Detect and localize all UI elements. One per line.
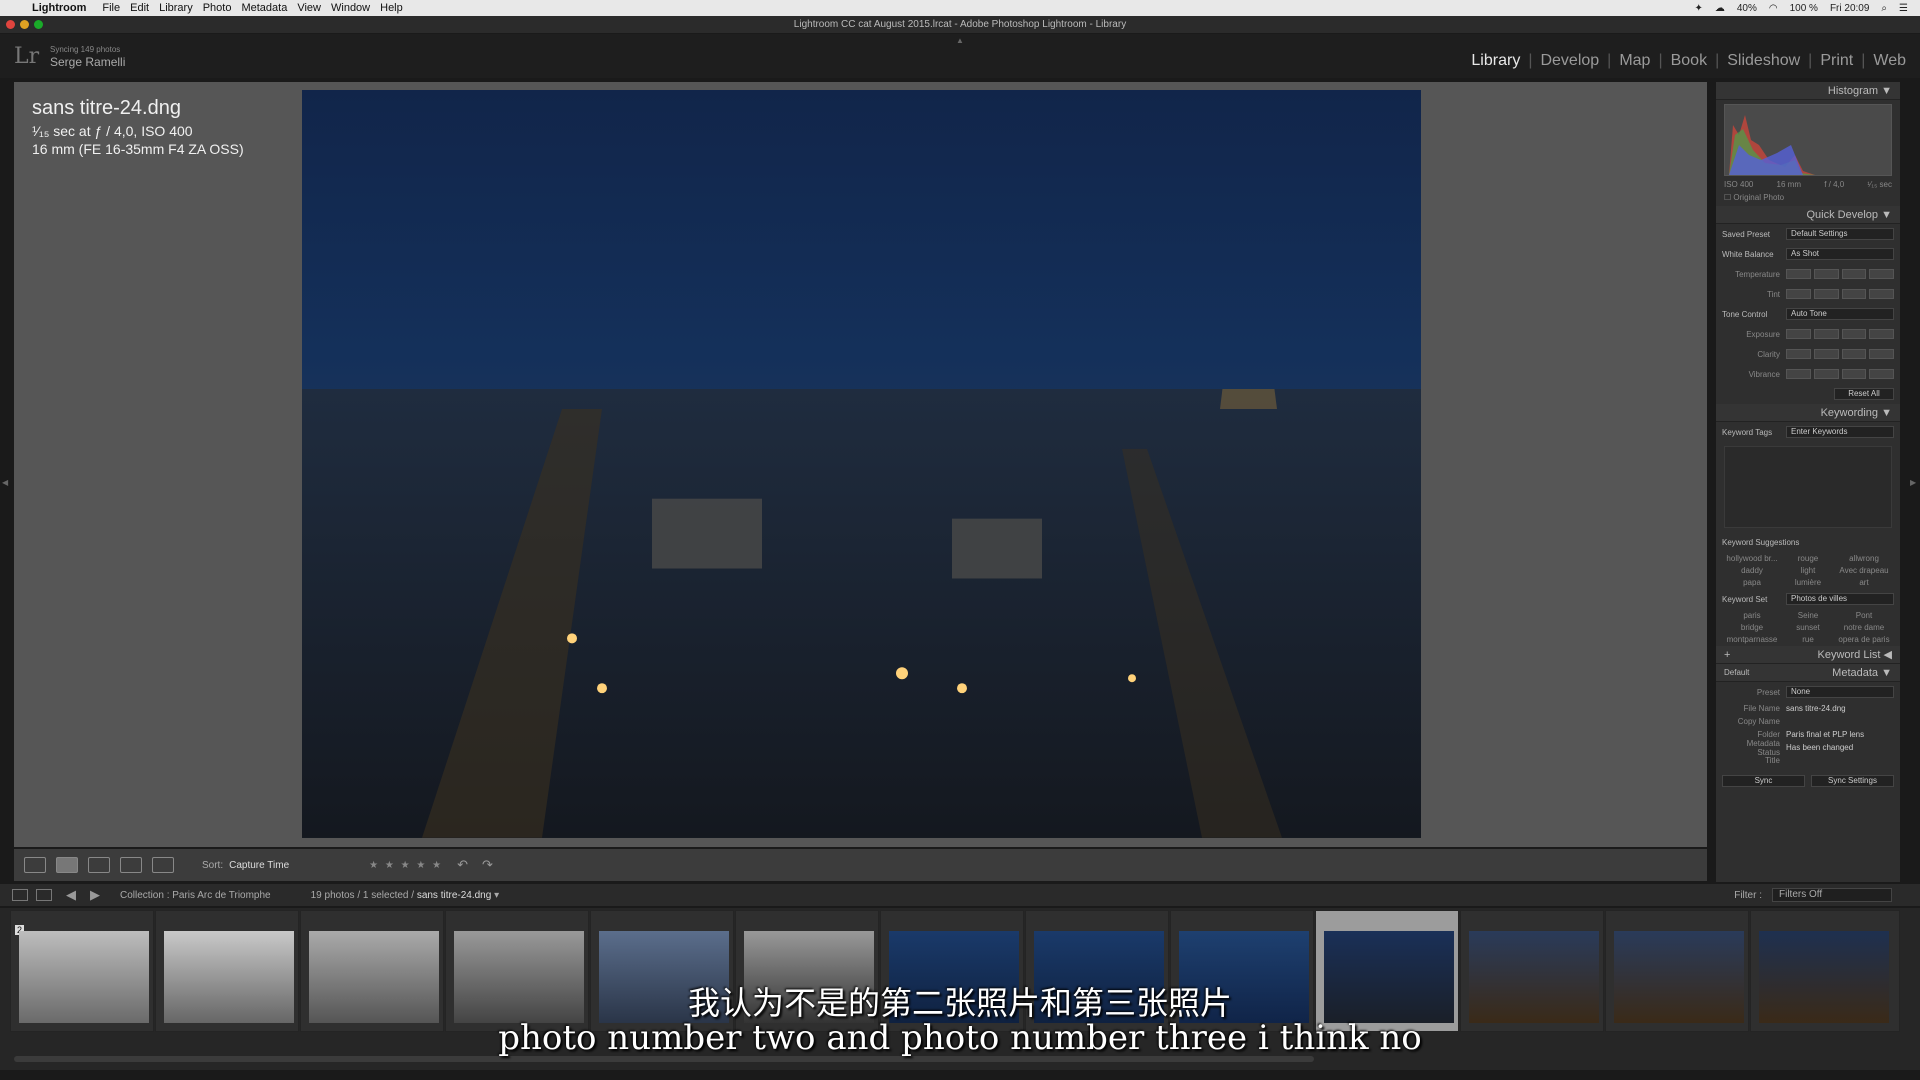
menu-view[interactable]: View	[297, 2, 331, 14]
window-titlebar: Lightroom CC cat August 2015.lrcat - Ado…	[0, 16, 1920, 34]
menu-edit[interactable]: Edit	[130, 2, 159, 14]
metadata-status[interactable]: Has been changed	[1786, 743, 1853, 752]
back-arrow-icon[interactable]: ◀	[66, 887, 76, 903]
top-panel-toggle-icon[interactable]: ▲	[956, 36, 964, 45]
module-slideshow[interactable]: Slideshow	[1719, 52, 1808, 70]
photo-count: 19 photos / 1 selected / sans titre-24.d…	[310, 889, 500, 901]
spotlight-icon[interactable]: ⌕	[1881, 3, 1887, 14]
reset-all-button[interactable]: Reset All	[1834, 388, 1894, 400]
keywording-header[interactable]: Keywording ▼	[1716, 404, 1900, 422]
zoom-window-button[interactable]	[34, 20, 43, 29]
metadata-default-select: Default	[1724, 668, 1750, 677]
secondary-window-button[interactable]	[12, 889, 28, 901]
saved-preset-select[interactable]: Default Settings	[1786, 228, 1894, 240]
battery-status[interactable]: 100 %	[1790, 3, 1818, 14]
sync-status[interactable]: Syncing 149 photos	[50, 45, 120, 54]
keyword-list-header[interactable]: + Keyword List ◀	[1716, 646, 1900, 664]
auto-tone-button[interactable]: Auto Tone	[1786, 308, 1894, 320]
subtitle-english: photo number two and photo number three …	[498, 1018, 1422, 1058]
histogram-graph	[1729, 115, 1815, 175]
module-book[interactable]: Book	[1663, 52, 1715, 70]
info-filename: sans titre-24.dng	[32, 97, 181, 119]
menu-file[interactable]: File	[102, 2, 130, 14]
dropbox-icon[interactable]: ✦	[1694, 3, 1702, 14]
clarity-buttons[interactable]	[1786, 349, 1894, 359]
menubar: Lightroom File Edit Library Photo Metada…	[0, 0, 1920, 16]
metadata-preset-select[interactable]: None	[1786, 686, 1894, 698]
cloud-icon[interactable]: ☁	[1715, 3, 1725, 14]
grid-icon[interactable]	[36, 889, 52, 901]
menu-metadata[interactable]: Metadata	[241, 2, 297, 14]
clock[interactable]: Fri 20:09	[1830, 3, 1869, 14]
window-title: Lightroom CC cat August 2015.lrcat - Ado…	[793, 19, 1127, 30]
notification-icon[interactable]: ☰	[1899, 3, 1908, 14]
right-panel: Histogram ▼ ISO 400 16 mm f / 4,0 ¹⁄₁₅ s…	[1716, 82, 1900, 882]
grid-view-button[interactable]	[24, 857, 46, 873]
add-keyword-icon: +	[1724, 648, 1731, 661]
right-panel-toggle-icon[interactable]: ▶	[1910, 478, 1916, 487]
histogram	[1724, 104, 1892, 176]
menu-library[interactable]: Library	[159, 2, 203, 14]
menu-photo[interactable]: Photo	[203, 2, 242, 14]
module-develop[interactable]: Develop	[1532, 52, 1607, 70]
info-exposure: ¹⁄₁₅ sec at ƒ / 4,0, ISO 400	[32, 123, 193, 139]
white-balance-select[interactable]: As Shot	[1786, 248, 1894, 260]
info-lens: 16 mm (FE 16-35mm F4 ZA OSS)	[32, 141, 244, 157]
survey-view-button[interactable]	[120, 857, 142, 873]
city-night-image	[302, 389, 1421, 838]
info-overlay: sans titre-24.dng ¹⁄₁₅ sec at ƒ / 4,0, I…	[32, 97, 244, 157]
filmstrip-header: ◀ ▶ Collection : Paris Arc de Triomphe 1…	[0, 884, 1920, 906]
minimize-window-button[interactable]	[20, 20, 29, 29]
selected-file[interactable]: sans titre-24.dng	[417, 890, 492, 901]
sort-dropdown[interactable]: Capture Time	[229, 860, 289, 871]
temperature-buttons[interactable]	[1786, 269, 1894, 279]
sort-label: Sort:	[202, 859, 224, 871]
metadata-folder[interactable]: Paris final et PLP lens	[1786, 730, 1864, 739]
filter-select[interactable]: Filters Off	[1772, 888, 1892, 902]
metadata-file-name[interactable]: sans titre-24.dng	[1786, 704, 1846, 713]
loupe-view-button[interactable]	[56, 857, 78, 873]
menu-window[interactable]: Window	[331, 2, 380, 14]
keyword-entry-box[interactable]	[1724, 446, 1892, 528]
vibrance-buttons[interactable]	[1786, 369, 1894, 379]
histogram-header[interactable]: Histogram ▼	[1716, 82, 1900, 100]
library-toolbar: Sort: Capture Time ★ ★ ★ ★ ★ ↶ ↷	[14, 849, 1707, 881]
people-view-button[interactable]	[152, 857, 174, 873]
module-picker: Library | Develop | Map | Book | Slideshow | …	[1463, 52, 1914, 70]
lightroom-logo: Lr	[14, 44, 40, 69]
exposure-buttons[interactable]	[1786, 329, 1894, 339]
menu-help[interactable]: Help	[380, 2, 413, 14]
module-map[interactable]: Map	[1611, 52, 1658, 70]
forward-arrow-icon[interactable]: ▶	[90, 887, 100, 903]
keyword-set-items: paris Seine Pont bridge sunset notre dam…	[1726, 611, 1890, 644]
module-web[interactable]: Web	[1865, 52, 1914, 70]
module-library[interactable]: Library	[1463, 52, 1528, 70]
original-photo-checkbox[interactable]: ☐ Original Photo	[1724, 193, 1892, 202]
quick-develop-header[interactable]: Quick Develop ▼	[1716, 206, 1900, 224]
keyword-tags-select[interactable]: Enter Keywords	[1786, 426, 1894, 438]
filter-label: Filter :	[1734, 889, 1762, 901]
loupe-view[interactable]: sans titre-24.dng ¹⁄₁₅ sec at ƒ / 4,0, I…	[14, 82, 1707, 847]
sync-settings-button[interactable]: Sync Settings	[1811, 775, 1894, 787]
wifi-icon[interactable]: ◠	[1769, 3, 1778, 14]
compare-view-button[interactable]	[88, 857, 110, 873]
rotate-left-icon[interactable]: ↶	[457, 857, 468, 873]
window-controls	[6, 20, 43, 29]
battery-level[interactable]: 40%	[1737, 3, 1757, 14]
main-photo[interactable]	[302, 90, 1421, 838]
keyword-set-select[interactable]: Photos de villes	[1786, 593, 1894, 605]
tint-buttons[interactable]	[1786, 289, 1894, 299]
collection-breadcrumb[interactable]: Collection : Paris Arc de Triomphe	[120, 890, 271, 901]
close-window-button[interactable]	[6, 20, 15, 29]
histogram-meta: ISO 400 16 mm f / 4,0 ¹⁄₁₅ sec	[1724, 180, 1892, 189]
rating-stars[interactable]: ★ ★ ★ ★ ★	[369, 860, 443, 871]
metadata-header[interactable]: Default Metadata ▼	[1716, 664, 1900, 682]
keyword-suggestions: hollywood br... rouge allwrong daddy lig…	[1726, 554, 1889, 587]
rotate-right-icon[interactable]: ↷	[482, 857, 493, 873]
menu-app[interactable]: Lightroom	[32, 2, 96, 14]
module-print[interactable]: Print	[1812, 52, 1861, 70]
user-name: Serge Ramelli	[50, 55, 126, 69]
left-panel-toggle-icon[interactable]: ◀	[2, 478, 8, 487]
sync-button[interactable]: Sync	[1722, 775, 1805, 787]
